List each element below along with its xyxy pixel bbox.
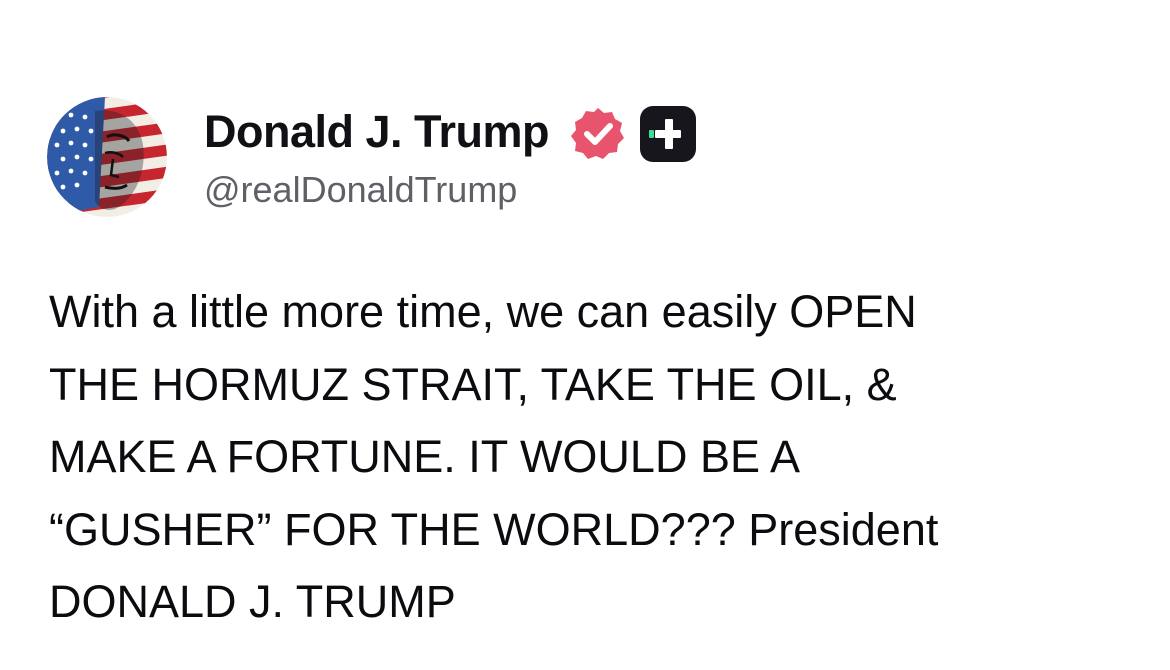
post-text-line: With a little more time, we can easily O… [49, 286, 917, 337]
author-display-name[interactable]: Donald J. Trump [204, 106, 550, 158]
post-text-line: THE HORMUZ STRAIT, TAKE THE OIL, & [49, 358, 897, 410]
author-avatar[interactable] [47, 97, 167, 217]
post-text-line: MAKE A FORTUNE. IT WOULD BE A [49, 431, 801, 482]
post-card: Donald J. Trump @realDonaldTrump With a … [0, 0, 1170, 670]
post-text-line: “GUSHER” FOR THE WORLD??? President [49, 503, 939, 555]
verified-badge-icon [569, 105, 627, 163]
flag-portrait-icon [47, 97, 167, 217]
post-text-line: DONALD J. TRUMP [49, 576, 456, 627]
post-text: With a little more time, we can easily O… [49, 276, 1149, 639]
plus-subscriber-icon [640, 106, 696, 162]
author-handle[interactable]: @realDonaldTrump [204, 168, 517, 212]
